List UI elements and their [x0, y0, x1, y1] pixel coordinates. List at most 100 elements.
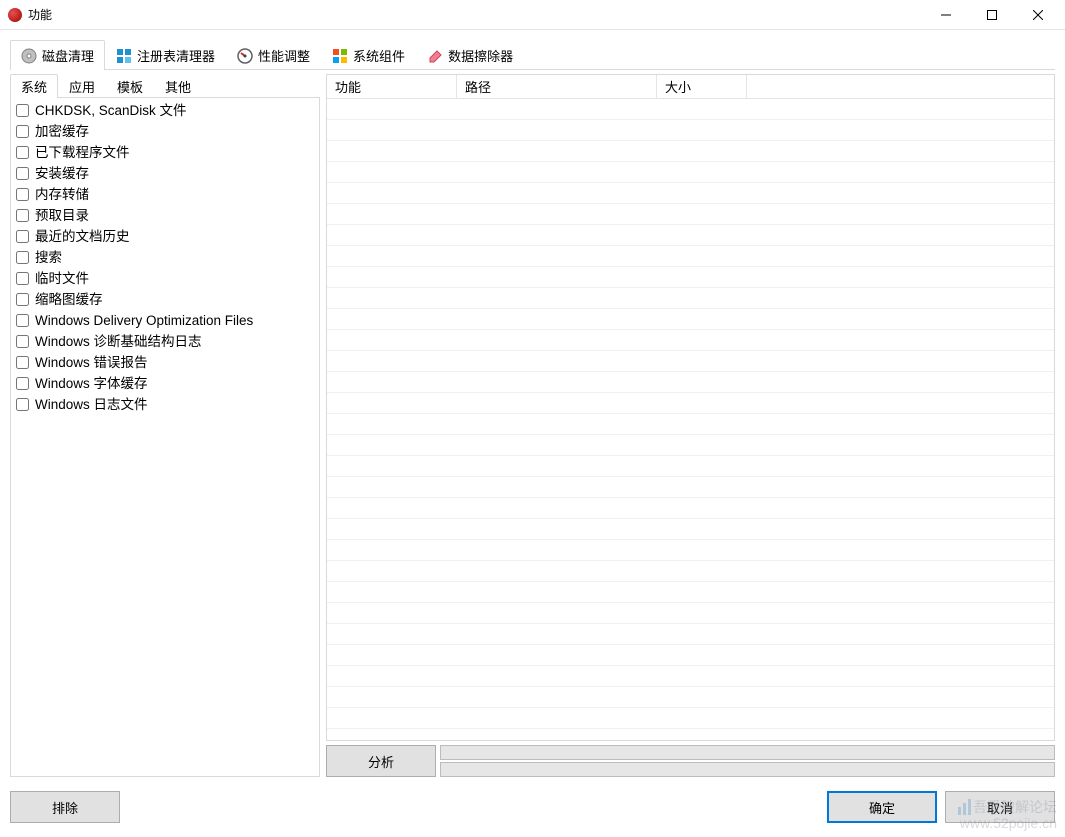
close-icon	[1033, 10, 1043, 20]
grid-row	[327, 666, 1054, 687]
ok-button[interactable]: 确定	[827, 791, 937, 823]
grid-row	[327, 351, 1054, 372]
sub-tabs: 系统 应用 模板 其他	[10, 74, 320, 98]
tab-registry-cleaner[interactable]: 注册表清理器	[105, 40, 226, 70]
checkbox[interactable]	[16, 209, 29, 222]
grid-column-header[interactable]: 功能	[327, 75, 457, 99]
check-item-label: 临时文件	[35, 269, 89, 288]
check-item[interactable]: Windows 字体缓存	[13, 373, 317, 394]
checkbox[interactable]	[16, 167, 29, 180]
tab-label: 注册表清理器	[137, 46, 215, 65]
grid-row	[327, 393, 1054, 414]
check-item[interactable]: Windows 日志文件	[13, 394, 317, 415]
check-item[interactable]: 已下载程序文件	[13, 142, 317, 163]
right-pane: 功能路径大小 分析	[326, 74, 1055, 777]
checkbox[interactable]	[16, 398, 29, 411]
checkbox[interactable]	[16, 230, 29, 243]
check-item-label: Windows Delivery Optimization Files	[35, 311, 253, 330]
checkbox[interactable]	[16, 314, 29, 327]
checkbox[interactable]	[16, 335, 29, 348]
check-item-label: 安装缓存	[35, 164, 89, 183]
panes: 系统 应用 模板 其他 CHKDSK, ScanDisk 文件加密缓存已下载程序…	[10, 70, 1055, 777]
checkbox[interactable]	[16, 146, 29, 159]
grid-row	[327, 708, 1054, 729]
check-item[interactable]: 内存转储	[13, 184, 317, 205]
button-label: 分析	[368, 752, 394, 771]
grid-row	[327, 204, 1054, 225]
bottom-controls: 分析	[326, 745, 1055, 777]
check-item-label: 预取目录	[35, 206, 89, 225]
check-item[interactable]: 缩略图缓存	[13, 289, 317, 310]
content-area: 磁盘清理 注册表清理器 性能调整 系统组件 数据擦除器	[0, 30, 1065, 787]
checkbox[interactable]	[16, 377, 29, 390]
grid-row	[327, 603, 1054, 624]
results-grid: 功能路径大小	[326, 74, 1055, 741]
checkbox[interactable]	[16, 356, 29, 369]
subtab-system[interactable]: 系统	[10, 74, 58, 98]
check-item[interactable]: 安装缓存	[13, 163, 317, 184]
window-controls	[923, 0, 1061, 29]
check-item-label: Windows 字体缓存	[35, 374, 148, 393]
grid-row	[327, 687, 1054, 708]
grid-row	[327, 477, 1054, 498]
grid-column-header[interactable]	[747, 75, 1054, 99]
grid-row	[327, 624, 1054, 645]
cancel-button[interactable]: 取消	[945, 791, 1055, 823]
tab-system-components[interactable]: 系统组件	[321, 40, 416, 70]
button-label: 取消	[987, 798, 1013, 817]
maximize-button[interactable]	[969, 0, 1015, 29]
progress-area	[440, 745, 1055, 777]
checkbox[interactable]	[16, 188, 29, 201]
grid-row	[327, 162, 1054, 183]
subtab-label: 模板	[117, 77, 143, 96]
titlebar: 功能	[0, 0, 1065, 30]
checkbox[interactable]	[16, 251, 29, 264]
tab-label: 系统组件	[353, 46, 405, 65]
checkbox[interactable]	[16, 272, 29, 285]
check-item[interactable]: Windows 诊断基础结构日志	[13, 331, 317, 352]
grid-row	[327, 246, 1054, 267]
check-item-label: 加密缓存	[35, 122, 89, 141]
exclude-button[interactable]: 排除	[10, 791, 120, 823]
check-item-label: 内存转储	[35, 185, 89, 204]
close-button[interactable]	[1015, 0, 1061, 29]
check-item[interactable]: 预取目录	[13, 205, 317, 226]
grid-body[interactable]	[327, 99, 1054, 740]
grid-row	[327, 267, 1054, 288]
grid-column-header[interactable]: 路径	[457, 75, 657, 99]
check-item[interactable]: 临时文件	[13, 268, 317, 289]
grid-row	[327, 141, 1054, 162]
grid-row	[327, 645, 1054, 666]
check-item[interactable]: Windows 错误报告	[13, 352, 317, 373]
tab-label: 性能调整	[258, 46, 310, 65]
check-item-label: Windows 诊断基础结构日志	[35, 332, 202, 351]
minimize-icon	[941, 10, 951, 20]
check-item[interactable]: 最近的文档历史	[13, 226, 317, 247]
analyze-button[interactable]: 分析	[326, 745, 436, 777]
left-pane: 系统 应用 模板 其他 CHKDSK, ScanDisk 文件加密缓存已下载程序…	[10, 74, 320, 777]
check-item-label: 缩略图缓存	[35, 290, 103, 309]
tab-performance[interactable]: 性能调整	[226, 40, 321, 70]
check-item[interactable]: Windows Delivery Optimization Files	[13, 310, 317, 331]
grid-header: 功能路径大小	[327, 75, 1054, 99]
check-item[interactable]: 加密缓存	[13, 121, 317, 142]
tab-disk-cleanup[interactable]: 磁盘清理	[10, 40, 105, 70]
check-item[interactable]: 搜索	[13, 247, 317, 268]
window-title: 功能	[28, 6, 923, 23]
grid-row	[327, 99, 1054, 120]
checkbox[interactable]	[16, 125, 29, 138]
tab-data-eraser[interactable]: 数据擦除器	[416, 40, 524, 70]
grid-column-header[interactable]: 大小	[657, 75, 747, 99]
gauge-icon	[237, 48, 253, 64]
subtab-template[interactable]: 模板	[106, 74, 154, 98]
checkbox[interactable]	[16, 293, 29, 306]
grid-row	[327, 414, 1054, 435]
grid-icon	[116, 48, 132, 64]
minimize-button[interactable]	[923, 0, 969, 29]
subtab-other[interactable]: 其他	[154, 74, 202, 98]
checkbox[interactable]	[16, 104, 29, 117]
check-list[interactable]: CHKDSK, ScanDisk 文件加密缓存已下载程序文件安装缓存内存转储预取…	[10, 97, 320, 777]
grid-row	[327, 120, 1054, 141]
check-item[interactable]: CHKDSK, ScanDisk 文件	[13, 100, 317, 121]
subtab-application[interactable]: 应用	[58, 74, 106, 98]
